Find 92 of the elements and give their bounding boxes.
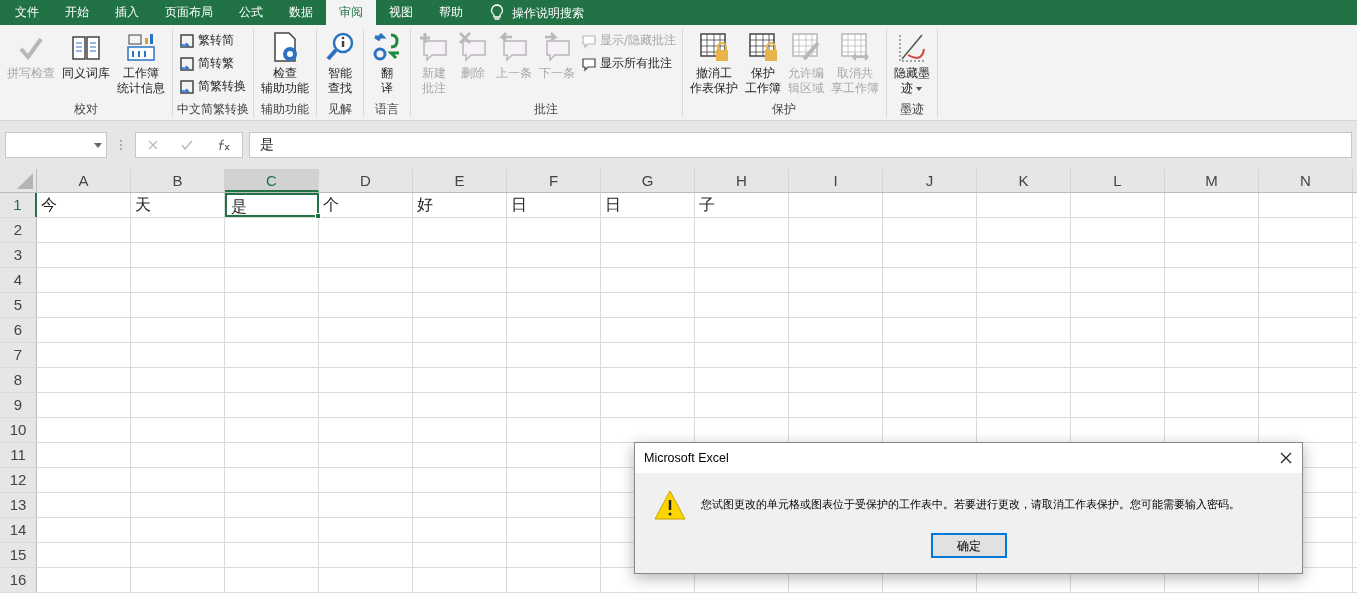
group-label: 保护 [771, 101, 798, 117]
check-icon[interactable] [181, 140, 193, 150]
row-header[interactable]: 5 [0, 293, 37, 317]
drag-handle-icon[interactable] [119, 139, 123, 151]
table-cell[interactable]: 个 [319, 193, 413, 217]
row-header[interactable]: 4 [0, 268, 37, 292]
table-cell[interactable]: 好 [413, 193, 507, 217]
row-header[interactable]: 9 [0, 393, 37, 417]
row-header[interactable]: 2 [0, 218, 37, 242]
ribbon-button[interactable]: 撤消工 作表保护 [686, 29, 741, 101]
comment-left-arrow-icon [498, 31, 530, 63]
table-chart-icon [125, 31, 157, 63]
row-header[interactable]: 14 [0, 518, 37, 542]
lightbulb-icon [490, 4, 504, 21]
warning-icon [653, 489, 687, 521]
comment-plus-icon [418, 31, 450, 63]
ribbon-button[interactable]: 简繁转换 [179, 77, 246, 97]
ribbon-button[interactable]: 隐藏墨 迹 [890, 29, 933, 101]
table-cell[interactable]: 日 [507, 193, 601, 217]
dialog-message: 您试图更改的单元格或图表位于受保护的工作表中。若要进行更改，请取消工作表保护。您可能需要输入密码。 [701, 496, 1240, 513]
column-header[interactable]: K [977, 169, 1071, 192]
column-header[interactable]: G [601, 169, 695, 192]
column-header[interactable]: C [225, 169, 319, 192]
comment-icon [581, 56, 597, 72]
ribbon-button[interactable]: 智能 查找 [321, 29, 359, 101]
ribbon-button[interactable]: 翻 译 [368, 29, 406, 101]
menu-tab[interactable]: 插入 [102, 0, 152, 25]
table-cell[interactable]: 是 [225, 193, 319, 217]
grid-lock-icon [697, 31, 730, 63]
row-header[interactable]: 12 [0, 468, 37, 492]
group-label: 语言 [374, 101, 400, 117]
group-label: 校对 [73, 101, 99, 117]
comment-icon [581, 33, 597, 49]
column-header[interactable]: D [319, 169, 413, 192]
column-header[interactable]: F [507, 169, 601, 192]
column-header[interactable]: N [1259, 169, 1353, 192]
row-header[interactable]: 13 [0, 493, 37, 517]
ribbon-button[interactable]: 同义词库 [59, 29, 113, 101]
group-label: 墨迹 [898, 101, 925, 117]
column-header[interactable]: J [883, 169, 977, 192]
ribbon-button[interactable]: 工作簿 统计信息 [114, 29, 168, 101]
ok-button[interactable]: 确定 [930, 533, 1007, 558]
row-header[interactable]: 16 [0, 568, 37, 592]
grid-lock-icon [746, 31, 779, 63]
group-label: 见解 [327, 101, 353, 117]
row-header[interactable]: 10 [0, 418, 37, 442]
menu-tab[interactable]: 开始 [52, 0, 102, 25]
grid-arrows-icon [838, 31, 871, 63]
column-header[interactable]: M [1165, 169, 1259, 192]
menu-tab[interactable]: 公式 [226, 0, 276, 25]
ribbon-button[interactable]: 保护 工作簿 [741, 29, 784, 101]
row-header[interactable]: 11 [0, 443, 37, 467]
caret-icon [94, 142, 102, 148]
grid-pencil-icon [789, 31, 822, 63]
fill-handle[interactable] [315, 213, 321, 219]
search-icon [324, 31, 356, 63]
ribbon-button[interactable]: 检查 辅助功能 [258, 29, 312, 101]
name-box[interactable] [5, 132, 107, 158]
row-header[interactable]: 3 [0, 243, 37, 267]
column-header[interactable]: A [37, 169, 131, 192]
menu-tab[interactable]: 数据 [276, 0, 326, 25]
ribbon-button[interactable]: 繁转简 [179, 31, 246, 51]
table-cell[interactable]: 子 [695, 193, 789, 217]
column-header[interactable]: H [695, 169, 789, 192]
column-header[interactable]: I [789, 169, 883, 192]
menu-tab[interactable]: 视图 [376, 0, 426, 25]
menu-tab[interactable]: 页面布局 [152, 0, 226, 25]
table-cell[interactable]: 日 [601, 193, 695, 217]
menu-tab[interactable]: 审阅 [326, 0, 376, 25]
group-label: 辅助功能 [260, 101, 310, 117]
menu-tab[interactable]: 文件 [2, 0, 52, 25]
table-cell[interactable]: 天 [131, 193, 225, 217]
column-header[interactable]: L [1071, 169, 1165, 192]
row-header[interactable]: 1 [0, 193, 37, 217]
close-icon[interactable] [1280, 452, 1292, 464]
formula-input-field[interactable]: 是 [249, 132, 1352, 158]
dialog-title: Microsoft Excel [644, 449, 729, 467]
table-cell[interactable]: 今 [37, 193, 131, 217]
row-header[interactable]: 15 [0, 543, 37, 567]
ribbon-button[interactable]: 显示所有批注 [581, 54, 676, 74]
comment-x-icon [457, 31, 489, 63]
row-header[interactable]: 7 [0, 343, 37, 367]
tell-me-search-field[interactable]: 操作说明搜索 [512, 3, 622, 22]
column-header[interactable]: E [413, 169, 507, 192]
group-label: 中文简繁转换 [177, 101, 249, 117]
menu-tab[interactable]: 帮助 [426, 0, 476, 25]
row-header[interactable]: 6 [0, 318, 37, 342]
row-header[interactable]: 8 [0, 368, 37, 392]
triangle-icon [17, 173, 33, 189]
ribbon-button[interactable]: 简转繁 [179, 54, 246, 74]
function-icon[interactable] [216, 139, 231, 151]
group-label: 批注 [533, 101, 560, 117]
